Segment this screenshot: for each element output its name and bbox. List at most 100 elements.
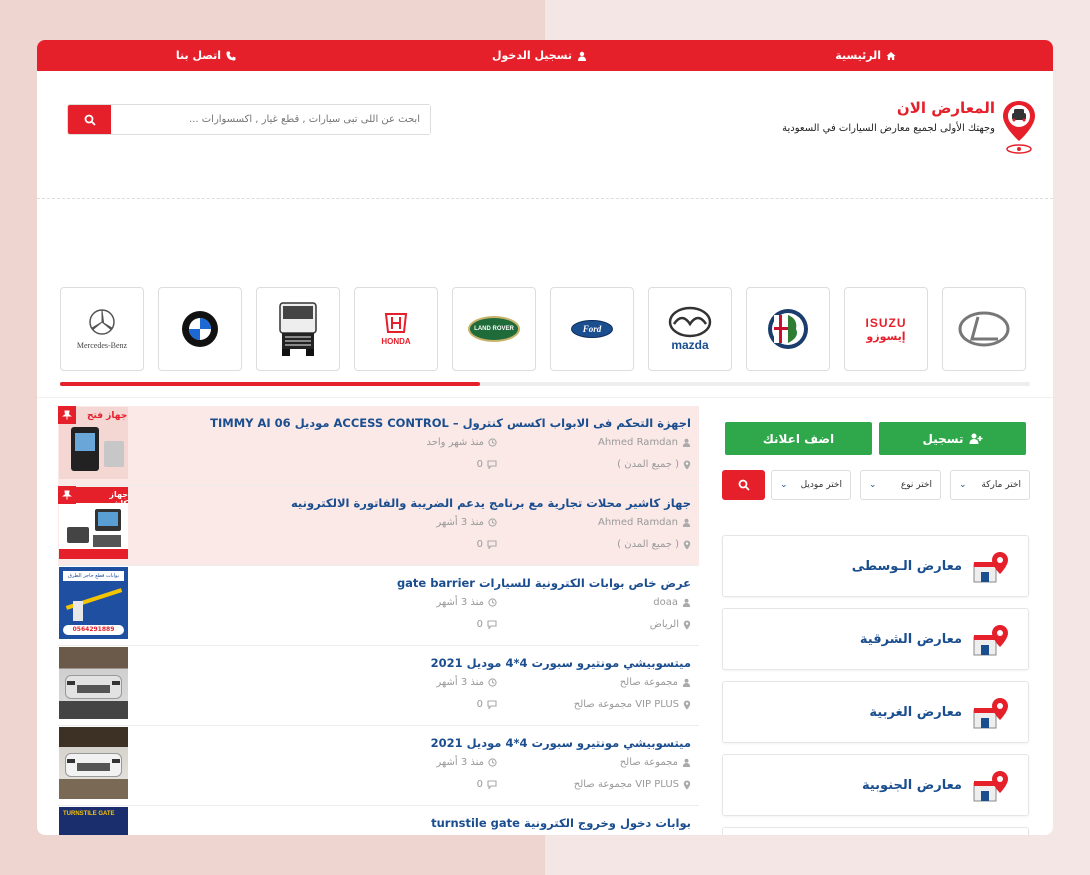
carousel-scrollbar-thumb[interactable] [60, 382, 480, 386]
listing-item[interactable]: TURNSTILE GATE بوابات دخول وخروج الكترون… [58, 806, 699, 835]
listing-time-label: منذ 3 أشهر [436, 677, 484, 688]
clock-icon [488, 438, 497, 447]
home-icon [886, 51, 896, 60]
listing-comments-count: 0 [476, 459, 483, 470]
region-southern[interactable]: معارض الجنوبية [722, 754, 1029, 816]
comment-icon [487, 700, 497, 709]
listing-time-label: منذ 3 أشهر [436, 757, 484, 768]
brand-honda[interactable]: HONDA [354, 287, 438, 371]
header-search-input[interactable] [111, 105, 430, 134]
type-select-value: اختر نوع [900, 480, 932, 490]
brand-man-truck[interactable] [256, 287, 340, 371]
brand-lexus[interactable] [942, 287, 1026, 371]
listing-title[interactable]: جهاز كاشير محلات تجارية مع برنامج يدعم ا… [291, 496, 691, 510]
showroom-pin-icon [973, 552, 1008, 583]
model-select-value: اختر موديل [800, 480, 842, 490]
listing-location-label: VIP PLUS مجموعة صالح [573, 779, 679, 790]
listing-location-label: VIP PLUS مجموعة صالح [573, 699, 679, 710]
listing-thumbnail[interactable] [59, 647, 128, 719]
region-label: معارض الـوسطى [851, 559, 962, 574]
model-select[interactable]: اختر موديل ⌄ [771, 470, 851, 500]
listing-author-label: doaa [653, 597, 678, 608]
brand-mercedes-benz[interactable]: Mercedes-Benz [60, 287, 144, 371]
listing-thumbnail[interactable] [59, 727, 128, 799]
add-ad-button[interactable]: اضف اعلانك [725, 422, 872, 455]
brand-alfa-romeo[interactable] [746, 287, 830, 371]
nav-home-label: الرئيسية [835, 49, 881, 62]
listing-item[interactable]: جهاز كاشير جهاز كاشير محلات تجارية مع بر… [58, 486, 699, 566]
listing-title[interactable]: عرض خاص بوابات الكترونية للسيارات gate b… [397, 576, 691, 590]
nav-login[interactable]: تسجيل الدخول [492, 49, 587, 62]
listings: جهاز فتح اجهزة التحكم فى الابواب اكسس كن… [58, 406, 699, 835]
listing-thumbnail[interactable]: TURNSTILE GATE [59, 807, 128, 835]
brand-select[interactable]: اختر ماركة ⌄ [950, 470, 1030, 500]
chevron-down-icon: ⌄ [869, 480, 877, 490]
site-title: المعارض الان [896, 99, 995, 117]
brand-mazda[interactable]: mazda [648, 287, 732, 371]
mazda-text: mazda [671, 338, 709, 352]
nav-home[interactable]: الرئيسية [835, 49, 896, 62]
site-header: المعارض الان وجهتك الأولى لجميع معارض ال… [37, 71, 1053, 199]
listing-thumbnail[interactable]: بوابات قطع حاجز الطرق 0564291889 [59, 567, 128, 639]
brand-land-rover[interactable]: LAND ROVER [452, 287, 536, 371]
user-icon [682, 678, 691, 687]
brand-ford[interactable]: Ford [550, 287, 634, 371]
listing-time: منذ 3 أشهر [436, 677, 497, 688]
region-label: معارض الجنوبية [861, 778, 962, 793]
filter-search-button[interactable] [722, 470, 765, 500]
user-icon [578, 51, 586, 61]
listing-location-label: ( جميع المدن ) [617, 459, 679, 470]
lexus-logo-icon [958, 311, 1010, 347]
listing-time: منذ 3 أشهر [436, 757, 497, 768]
region-next[interactable] [722, 827, 1029, 835]
listing-location: الرياض [650, 619, 691, 630]
chevron-down-icon: ⌄ [780, 480, 788, 490]
listing-title[interactable]: ميتسوبيشي مونتيرو سبورت 4*4 موديل 2021 [431, 736, 691, 750]
listing-item[interactable]: بوابات قطع حاجز الطرق 0564291889 عرض خاص… [58, 566, 699, 646]
listing-comments: 0 [477, 459, 497, 470]
type-select[interactable]: اختر نوع ⌄ [860, 470, 941, 500]
listing-item[interactable]: جهاز فتح اجهزة التحكم فى الابواب اكسس كن… [58, 406, 699, 486]
add-ad-button-label: اضف اعلانك [762, 431, 835, 446]
thumb-caption: جهاز كاشير [104, 490, 128, 508]
page-frame: الرئيسية تسجيل الدخول اتصل بنا المعارض ا… [37, 40, 1053, 835]
honda-logo-icon [384, 313, 408, 333]
land-rover-text: LAND ROVER [468, 316, 520, 342]
region-label: معارض الشرقية [859, 632, 962, 647]
listing-comments-count: 0 [476, 699, 483, 710]
nav-login-label: تسجيل الدخول [491, 49, 572, 62]
region-label: معارض الغربية [869, 705, 962, 720]
brand-isuzu[interactable]: ISUZU إيسوزو [844, 287, 928, 371]
featured-pin-icon [58, 486, 76, 504]
listing-item[interactable]: ميتسوبيشي مونتيرو سبورت 4*4 موديل 2021 م… [58, 646, 699, 726]
listing-title[interactable]: بوابات دخول وخروج الكترونية turnstile ga… [431, 816, 691, 830]
site-logo[interactable]: المعارض الان وجهتك الأولى لجميع معارض ال… [782, 99, 1037, 157]
header-search-button[interactable] [68, 105, 111, 134]
brand-select-value: اختر ماركة [981, 480, 1021, 490]
thumb-phone: 0564291889 [63, 625, 124, 635]
listing-title[interactable]: اجهزة التحكم فى الابواب اكسس كنترول – AC… [210, 416, 691, 430]
nav-contact[interactable]: اتصل بنا [176, 49, 236, 62]
listing-item[interactable]: ميتسوبيشي مونتيرو سبورت 4*4 موديل 2021 م… [58, 726, 699, 806]
brand-bmw[interactable] [158, 287, 242, 371]
region-western[interactable]: معارض الغربية [722, 681, 1029, 743]
alfa-romeo-logo-icon [768, 309, 808, 349]
user-icon [682, 598, 691, 607]
listing-location: VIP PLUS مجموعة صالح [574, 779, 691, 790]
listing-location-label: الرياض [649, 619, 679, 630]
location-icon [683, 540, 691, 549]
listing-title[interactable]: ميتسوبيشي مونتيرو سبورت 4*4 موديل 2021 [431, 656, 691, 670]
showroom-pin-icon [973, 698, 1008, 729]
thumb-caption: TURNSTILE GATE [63, 811, 115, 817]
region-central[interactable]: معارض الـوسطى [722, 535, 1029, 597]
showroom-pin-icon [973, 771, 1008, 802]
register-button[interactable]: تسجيل [879, 422, 1026, 455]
phone-icon [226, 51, 236, 60]
user-plus-icon [969, 433, 982, 444]
listing-comments: 0 [477, 699, 497, 710]
user-icon [682, 438, 691, 447]
region-eastern[interactable]: معارض الشرقية [722, 608, 1029, 670]
thumb-caption: بوابات قطع حاجز الطرق [63, 571, 124, 581]
search-icon [738, 479, 750, 491]
comment-icon [487, 620, 497, 629]
